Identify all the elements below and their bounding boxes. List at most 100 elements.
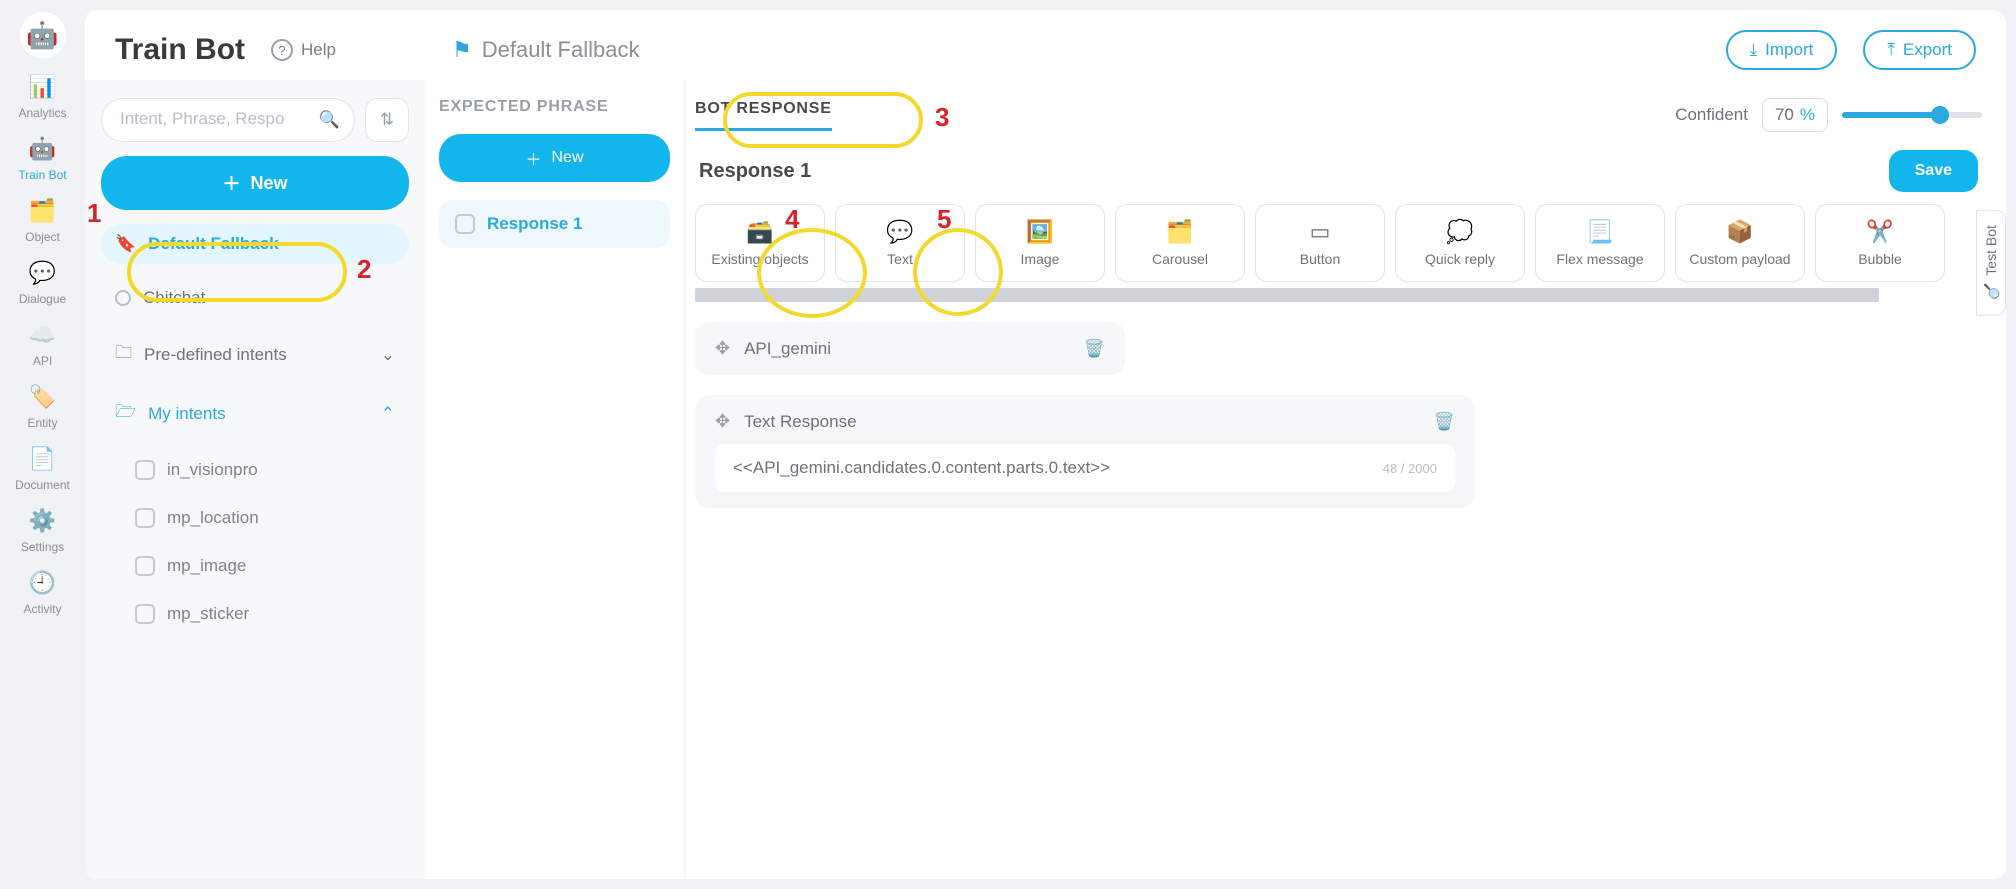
- block-text[interactable]: 💬Text: [835, 204, 965, 282]
- response-title: Response 1: [699, 160, 811, 183]
- checkbox-icon: [455, 214, 475, 234]
- checkbox-icon: [135, 604, 155, 624]
- main-panel: Train Bot ? Help ⚑ Default Fallback ⤓ Im…: [85, 10, 2006, 879]
- text-response-input[interactable]: <<API_gemini.candidates.0.content.parts.…: [715, 444, 1455, 492]
- help-icon: ?: [271, 39, 293, 61]
- flag-icon: ⚑: [452, 37, 472, 63]
- rail-settings[interactable]: ⚙️ Settings: [12, 506, 74, 554]
- block-carousel[interactable]: 🗂️Carousel: [1115, 204, 1245, 282]
- chevron-up-icon: ⌃: [381, 404, 395, 424]
- char-count: 48 / 2000: [1383, 461, 1437, 476]
- page-title: Train Bot: [115, 33, 245, 67]
- import-icon: ⤓: [1750, 40, 1758, 60]
- search-icon: 🔍: [319, 110, 340, 130]
- drag-icon[interactable]: ✥: [715, 411, 730, 432]
- activity-icon: 🕘: [28, 568, 58, 598]
- tab-bot-response[interactable]: BOT RESPONSE: [695, 100, 832, 131]
- sort-icon: ⇅: [380, 110, 394, 130]
- custom-icon: 📦: [1726, 219, 1753, 245]
- plus-icon: ＋: [222, 170, 240, 196]
- drag-icon[interactable]: ✥: [715, 338, 730, 359]
- search-icon: 🔍: [1983, 284, 1999, 301]
- confidence-slider[interactable]: [1842, 112, 1982, 118]
- flex-icon: 📃: [1586, 219, 1613, 245]
- block-existing-objects[interactable]: 🗃️Existing objects: [695, 204, 825, 282]
- document-icon: 📄: [28, 444, 58, 474]
- trainbot-icon: 🤖: [28, 134, 58, 164]
- api-icon: ☁️: [28, 320, 58, 350]
- save-button[interactable]: Save: [1889, 150, 1978, 192]
- block-quickreply[interactable]: 💭Quick reply: [1395, 204, 1525, 282]
- bot-icon: 🤖: [26, 20, 58, 51]
- confidence-control: Confident 70 %: [1675, 98, 1982, 132]
- import-button[interactable]: ⤓ Import: [1726, 30, 1838, 70]
- image-icon: 🖼️: [1026, 219, 1053, 245]
- intent-mp-image[interactable]: mp_image: [123, 546, 409, 586]
- rail-document[interactable]: 📄 Document: [12, 444, 74, 492]
- response-content: BOT RESPONSE Confident 70 % Res: [685, 80, 2006, 879]
- checkbox-icon: [135, 556, 155, 576]
- test-bot-button[interactable]: 🔍 Test Bot: [1976, 210, 2006, 316]
- export-icon: ⤒: [1887, 40, 1895, 60]
- export-button[interactable]: ⤒ Export: [1863, 30, 1976, 70]
- folder-open-icon: 🗁: [115, 399, 136, 428]
- rail-dialogue[interactable]: 💬 Dialogue: [12, 258, 74, 306]
- bookmark-icon: 🔖: [115, 234, 136, 254]
- response-list: EXPECTED PHRASE ＋ New Response 1: [425, 80, 685, 879]
- new-intent-button[interactable]: ＋ New: [101, 156, 409, 210]
- intent-mp-location[interactable]: mp_location: [123, 498, 409, 538]
- delete-icon[interactable]: 🗑️: [1084, 339, 1105, 359]
- radio-icon: [115, 290, 131, 306]
- rail-activity[interactable]: 🕘 Activity: [12, 568, 74, 616]
- response-list-item[interactable]: Response 1: [439, 200, 670, 248]
- brand-logo: 🤖: [20, 12, 66, 58]
- api-card: ✥ API_gemini 🗑️: [695, 322, 1125, 375]
- rail-object[interactable]: 🗂️ Object: [12, 196, 74, 244]
- intent-sidebar: Intent, Phrase, Respo 🔍 ⇅ ＋ New 🔖 Defaul…: [85, 80, 425, 879]
- folder-icon: 🗀: [115, 340, 132, 369]
- analytics-icon: 📊: [28, 72, 58, 102]
- block-button[interactable]: ▭Button: [1255, 204, 1385, 282]
- block-flex[interactable]: 📃Flex message: [1535, 204, 1665, 282]
- breadcrumb: ⚑ Default Fallback: [452, 37, 639, 63]
- checkbox-icon: [135, 508, 155, 528]
- chevron-down-icon: ⌄: [381, 345, 395, 365]
- search-input[interactable]: Intent, Phrase, Respo 🔍: [101, 98, 355, 142]
- rail-analytics[interactable]: 📊 Analytics: [12, 72, 74, 120]
- rail-trainbot[interactable]: 🤖 Train Bot: [12, 134, 74, 182]
- button-icon: ▭: [1310, 219, 1331, 245]
- text-icon: 💬: [886, 219, 913, 245]
- settings-icon: ⚙️: [28, 506, 58, 536]
- new-response-button[interactable]: ＋ New: [439, 134, 670, 182]
- rail-api[interactable]: ☁️ API: [12, 320, 74, 368]
- sidebar-myintents[interactable]: 🗁My intents ⌃: [101, 391, 409, 436]
- sidebar-default-fallback[interactable]: 🔖 Default Fallback: [101, 224, 409, 264]
- block-image[interactable]: 🖼️Image: [975, 204, 1105, 282]
- block-scrollbar[interactable]: [695, 288, 1879, 302]
- nav-rail: 🤖 📊 Analytics 🤖 Train Bot 🗂️ Object 💬 Di…: [0, 0, 85, 889]
- tab-expected-phrase[interactable]: EXPECTED PHRASE: [439, 98, 608, 116]
- block-custom[interactable]: 📦Custom payload: [1675, 204, 1805, 282]
- delete-icon[interactable]: 🗑️: [1434, 412, 1455, 432]
- topbar: Train Bot ? Help ⚑ Default Fallback ⤓ Im…: [85, 10, 2006, 80]
- objects-icon: 🗃️: [746, 219, 773, 245]
- checkbox-icon: [135, 460, 155, 480]
- block-palette: 🗃️Existing objects 💬Text 🖼️Image 🗂️Carou…: [695, 204, 1982, 286]
- intent-mp-sticker[interactable]: mp_sticker: [123, 594, 409, 634]
- object-icon: 🗂️: [28, 196, 58, 226]
- sidebar-chitchat[interactable]: Chitchat: [101, 278, 409, 318]
- help-link[interactable]: ? Help: [271, 39, 336, 61]
- sort-button[interactable]: ⇅: [365, 98, 409, 142]
- confidence-input[interactable]: 70 %: [1762, 98, 1828, 132]
- sidebar-predefined[interactable]: 🗀Pre-defined intents ⌄: [101, 332, 409, 377]
- dialogue-icon: 💬: [28, 258, 58, 288]
- quickreply-icon: 💭: [1446, 219, 1473, 245]
- block-bubble[interactable]: ✂️Bubble: [1815, 204, 1945, 282]
- carousel-icon: 🗂️: [1166, 219, 1193, 245]
- rail-entity[interactable]: 🏷️ Entity: [12, 382, 74, 430]
- entity-icon: 🏷️: [28, 382, 58, 412]
- plus-icon: ＋: [525, 146, 541, 170]
- bubble-icon: ✂️: [1866, 219, 1893, 245]
- intent-in-visionpro[interactable]: in_visionpro: [123, 450, 409, 490]
- text-response-card: ✥ Text Response 🗑️ <<API_gemini.candidat…: [695, 395, 1475, 508]
